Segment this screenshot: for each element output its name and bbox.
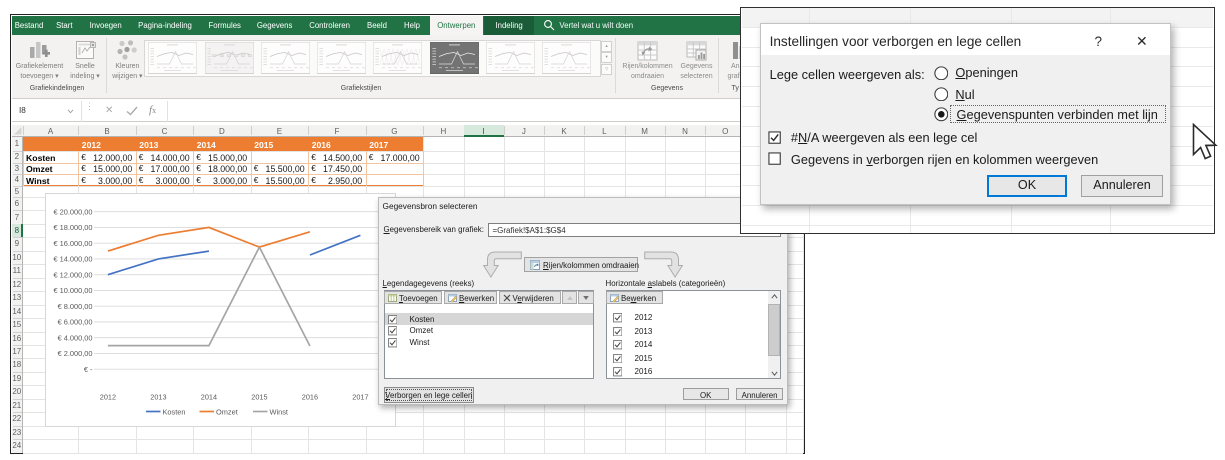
svg-text:€ 20.000,00: € 20.000,00 xyxy=(53,207,92,216)
svg-text:€ 6.000,00: € 6.000,00 xyxy=(58,318,93,327)
svg-text:Winst: Winst xyxy=(270,407,288,416)
svg-text:2016: 2016 xyxy=(302,393,318,402)
svg-text:2017: 2017 xyxy=(352,393,368,402)
svg-text:€ 2.000,00: € 2.000,00 xyxy=(58,349,93,358)
svg-text:€ 4.000,00: € 4.000,00 xyxy=(58,333,93,342)
svg-text:2014: 2014 xyxy=(201,393,217,402)
svg-text:€ 8.000,00: € 8.000,00 xyxy=(58,302,93,311)
svg-text:2015: 2015 xyxy=(251,393,267,402)
svg-text:€ 18.000,00: € 18.000,00 xyxy=(53,223,92,232)
svg-text:Kosten: Kosten xyxy=(163,407,186,416)
svg-text:€ 12.000,00: € 12.000,00 xyxy=(53,270,92,279)
svg-text:2013: 2013 xyxy=(150,393,166,402)
svg-text:€ 16.000,00: € 16.000,00 xyxy=(53,239,92,248)
svg-text:2012: 2012 xyxy=(100,393,116,402)
svg-text:€ 10.000,00: € 10.000,00 xyxy=(53,286,92,295)
svg-text:€ -: € - xyxy=(84,365,93,374)
svg-text:€ 14.000,00: € 14.000,00 xyxy=(53,255,92,264)
svg-text:Omzet: Omzet xyxy=(216,407,238,416)
